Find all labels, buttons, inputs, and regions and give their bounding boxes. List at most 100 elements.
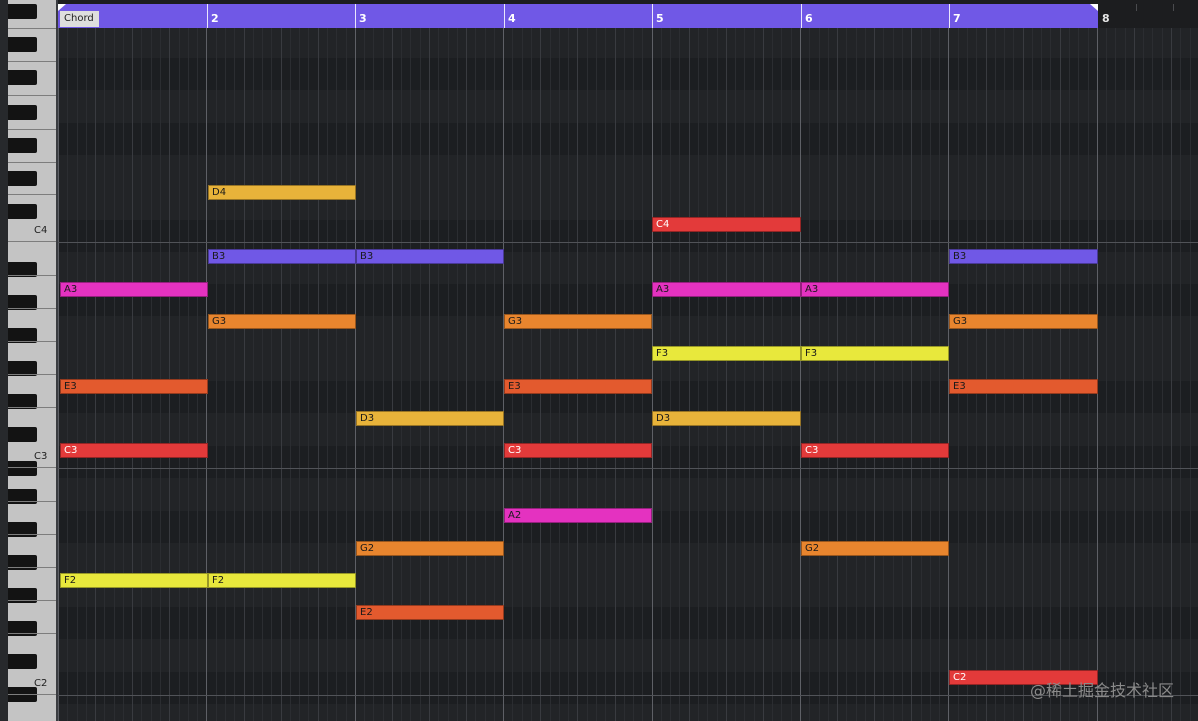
note-label: G3 bbox=[212, 316, 227, 327]
black-key[interactable] bbox=[8, 171, 37, 186]
grid-line bbox=[596, 28, 597, 721]
grid-line bbox=[550, 28, 551, 721]
pitch-row bbox=[58, 414, 1198, 446]
note-g2[interactable]: G2 bbox=[801, 541, 949, 556]
grid-line bbox=[902, 28, 903, 721]
piano-keyboard[interactable]: C4 C3 C2 bbox=[0, 0, 58, 721]
grid-line bbox=[281, 28, 282, 721]
note-g3[interactable]: G3 bbox=[949, 314, 1098, 329]
bar-tick bbox=[949, 4, 950, 28]
white-key-divider bbox=[8, 694, 56, 695]
pitch-row bbox=[58, 478, 1198, 510]
white-key-divider bbox=[8, 162, 56, 163]
note-g2[interactable]: G2 bbox=[356, 541, 504, 556]
black-key[interactable] bbox=[8, 461, 37, 476]
note-c3[interactable]: C3 bbox=[504, 443, 652, 458]
note-label: D3 bbox=[360, 413, 375, 424]
note-f2[interactable]: F2 bbox=[60, 573, 208, 588]
note-c3[interactable]: C3 bbox=[801, 443, 949, 458]
note-label: C3 bbox=[508, 445, 522, 456]
note-f3[interactable]: F3 bbox=[652, 346, 801, 361]
grid-line bbox=[132, 28, 133, 721]
grid-line bbox=[299, 28, 300, 721]
grid-line bbox=[921, 28, 922, 721]
octave-label-c2: C2 bbox=[34, 678, 48, 689]
piano-roll-grid[interactable]: D4 C4 B3 B3 B3 A3 A3 A3 G3 G3 G3 F3 F3 E… bbox=[58, 28, 1198, 721]
note-a3[interactable]: A3 bbox=[801, 282, 949, 297]
white-key-divider bbox=[8, 567, 56, 568]
pitch-row bbox=[58, 91, 1198, 123]
bar-line bbox=[1097, 28, 1098, 721]
note-label: F3 bbox=[805, 348, 818, 359]
grid-line bbox=[781, 28, 782, 721]
note-d4[interactable]: D4 bbox=[208, 185, 356, 200]
note-label: F2 bbox=[64, 575, 77, 586]
note-d3[interactable]: D3 bbox=[652, 411, 801, 426]
pitch-row bbox=[58, 284, 1198, 317]
note-e3[interactable]: E3 bbox=[60, 379, 208, 394]
grid-line bbox=[837, 28, 838, 721]
note-e3[interactable]: E3 bbox=[949, 379, 1098, 394]
grid-line bbox=[169, 28, 170, 721]
white-key-divider bbox=[8, 275, 56, 276]
note-e2[interactable]: E2 bbox=[356, 605, 504, 620]
note-b3[interactable]: B3 bbox=[949, 249, 1098, 264]
note-g3[interactable]: G3 bbox=[208, 314, 356, 329]
watermark: @稀土掘金技术社区 bbox=[1029, 681, 1174, 700]
pitch-row bbox=[58, 155, 1198, 187]
black-key[interactable] bbox=[8, 204, 37, 219]
note-c3[interactable]: C3 bbox=[60, 443, 208, 458]
note-d3[interactable]: D3 bbox=[356, 411, 504, 426]
bar-tick bbox=[801, 4, 802, 28]
black-key[interactable] bbox=[8, 4, 37, 19]
note-f2[interactable]: F2 bbox=[208, 573, 356, 588]
right-locator-marker[interactable] bbox=[1090, 4, 1098, 11]
octave-label-c3: C3 bbox=[34, 451, 48, 462]
grid-line bbox=[772, 28, 773, 721]
timeline-ruler[interactable]: Chord 2 3 4 5 6 7 8 bbox=[58, 0, 1198, 28]
note-label: A3 bbox=[64, 284, 78, 295]
black-key[interactable] bbox=[8, 37, 37, 52]
grid-line bbox=[1180, 28, 1181, 721]
note-e3[interactable]: E3 bbox=[504, 379, 652, 394]
grid-line bbox=[531, 28, 532, 721]
note-a3[interactable]: A3 bbox=[652, 282, 801, 297]
note-b3[interactable]: B3 bbox=[208, 249, 356, 264]
note-a3[interactable]: A3 bbox=[60, 282, 208, 297]
grid-line bbox=[930, 28, 931, 721]
bar-number-7: 7 bbox=[953, 12, 961, 25]
white-key-divider bbox=[8, 407, 56, 408]
grid-line bbox=[624, 28, 625, 721]
grid-line bbox=[846, 28, 847, 721]
pitch-row bbox=[58, 704, 1198, 721]
bar-line bbox=[652, 28, 653, 721]
pitch-row bbox=[58, 543, 1198, 575]
grid-line bbox=[197, 28, 198, 721]
chord-track-label[interactable]: Chord bbox=[60, 11, 99, 27]
note-a2[interactable]: A2 bbox=[504, 508, 652, 523]
grid-line bbox=[1125, 28, 1126, 721]
grid-line bbox=[819, 28, 820, 721]
note-c4[interactable]: C4 bbox=[652, 217, 801, 232]
black-key[interactable] bbox=[8, 138, 37, 153]
white-key-divider bbox=[8, 129, 56, 130]
black-key[interactable] bbox=[8, 654, 37, 669]
bar-number-4: 4 bbox=[508, 12, 516, 25]
note-label: D4 bbox=[212, 187, 227, 198]
note-label: B3 bbox=[360, 251, 374, 262]
note-f3[interactable]: F3 bbox=[801, 346, 949, 361]
note-b3[interactable]: B3 bbox=[356, 249, 504, 264]
grid-line bbox=[262, 28, 263, 721]
left-locator-marker[interactable] bbox=[58, 4, 66, 11]
black-key[interactable] bbox=[8, 105, 37, 120]
note-g3[interactable]: G3 bbox=[504, 314, 652, 329]
grid-line bbox=[577, 28, 578, 721]
pitch-row bbox=[58, 219, 1198, 252]
grid-line bbox=[986, 28, 987, 721]
black-key[interactable] bbox=[8, 427, 37, 442]
bar-line bbox=[948, 28, 949, 721]
note-label: B3 bbox=[953, 251, 967, 262]
black-key[interactable] bbox=[8, 70, 37, 85]
bar-number-8: 8 bbox=[1102, 12, 1110, 25]
white-key-divider bbox=[8, 28, 56, 29]
